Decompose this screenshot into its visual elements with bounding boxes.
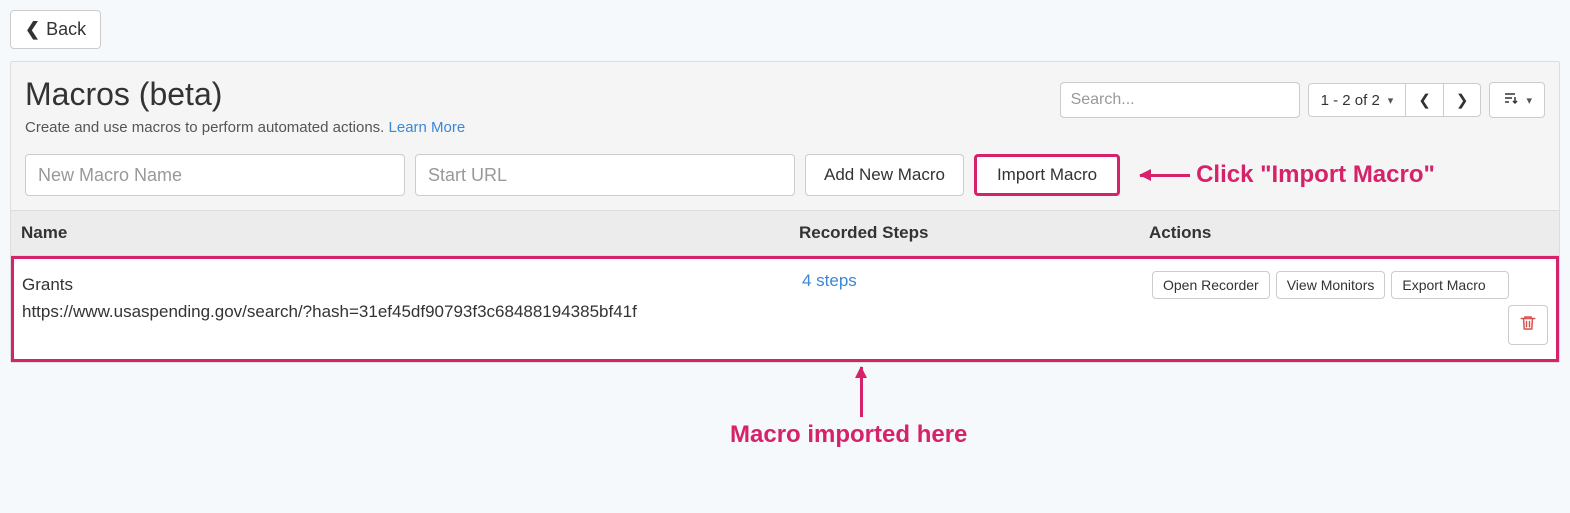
open-recorder-button[interactable]: Open Recorder: [1152, 271, 1270, 299]
start-url-input[interactable]: [415, 154, 795, 196]
search-input[interactable]: [1060, 82, 1300, 118]
macros-panel: Macros (beta) Create and use macros to p…: [10, 61, 1560, 363]
col-header-actions: Actions: [1149, 223, 1551, 243]
arrow-left-icon: [1140, 174, 1190, 177]
col-header-name: Name: [19, 223, 799, 243]
delete-macro-button[interactable]: [1508, 305, 1548, 345]
import-macro-button[interactable]: Import Macro: [974, 154, 1120, 196]
pagination-next-button[interactable]: ❯: [1443, 83, 1482, 117]
macro-name-input[interactable]: [25, 154, 405, 196]
recorded-steps-link[interactable]: 4 steps: [802, 271, 857, 290]
page-title: Macros (beta): [25, 76, 465, 113]
export-macro-button[interactable]: Export Macro: [1391, 271, 1509, 299]
annotation-row-hint-wrap: Macro imported here: [10, 363, 1560, 503]
chevron-left-icon: ❮: [25, 19, 40, 40]
pagination-group: 1 - 2 of 2 ❮ ❯: [1308, 83, 1482, 117]
table-header: Name Recorded Steps Actions: [11, 210, 1559, 256]
learn-more-link[interactable]: Learn More: [389, 119, 466, 136]
table-row: Grants https://www.usaspending.gov/searc…: [11, 256, 1559, 362]
macro-name: Grants: [22, 275, 73, 294]
macro-url: https://www.usaspending.gov/search/?hash…: [22, 298, 802, 325]
pagination-prev-button[interactable]: ❮: [1405, 83, 1444, 117]
view-monitors-button[interactable]: View Monitors: [1276, 271, 1386, 299]
chevron-right-icon: ❯: [1456, 91, 1469, 109]
sort-icon: [1502, 90, 1518, 110]
back-button[interactable]: ❮ Back: [10, 10, 101, 49]
annotation-import-hint: Click "Import Macro": [1140, 161, 1435, 189]
annotation-row-hint: Macro imported here: [730, 421, 967, 449]
trash-icon: [1519, 314, 1537, 337]
col-header-steps: Recorded Steps: [799, 223, 1149, 243]
page-subtitle: Create and use macros to perform automat…: [25, 119, 465, 136]
arrow-up-icon: [860, 367, 863, 417]
back-label: Back: [46, 19, 86, 40]
add-new-macro-button[interactable]: Add New Macro: [805, 154, 964, 196]
sort-button[interactable]: [1489, 82, 1545, 118]
chevron-left-icon: ❮: [1418, 91, 1431, 109]
pagination-range-button[interactable]: 1 - 2 of 2: [1308, 83, 1407, 117]
